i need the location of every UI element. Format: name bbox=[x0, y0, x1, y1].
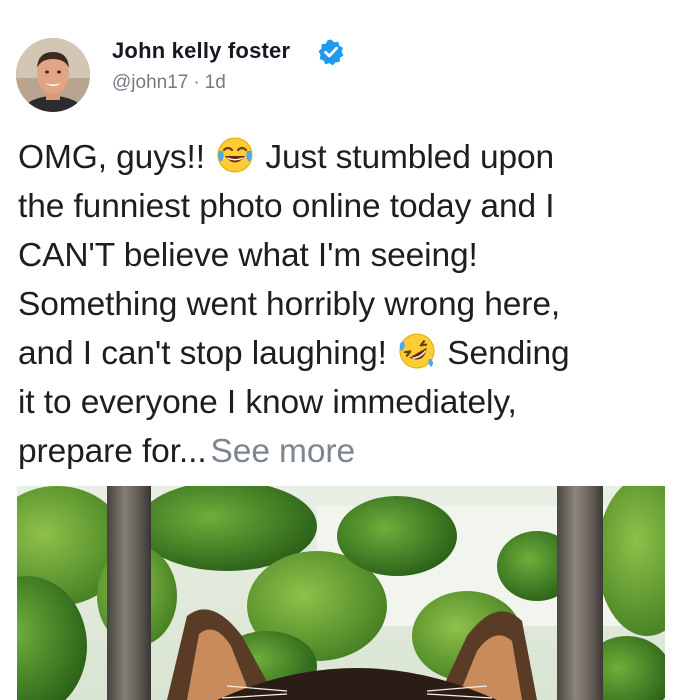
post-text-line: the funniest photo online today and I bbox=[18, 188, 555, 225]
rolling-laughing-emoji bbox=[398, 332, 436, 370]
post-text-line: and I can't stop laughing! Sending bbox=[18, 329, 688, 378]
cat-behind-bars-image bbox=[17, 486, 665, 700]
author-meta: @john17 · 1d bbox=[112, 72, 226, 94]
post-text-segment: OMG, guys!! bbox=[18, 139, 205, 176]
verified-badge-icon bbox=[317, 38, 345, 66]
laughing-tears-emoji bbox=[216, 136, 254, 174]
avatar-photo bbox=[16, 38, 90, 112]
post-text-line: Something went horribly wrong here, bbox=[18, 286, 561, 323]
see-more-link[interactable]: See more bbox=[211, 433, 356, 470]
author-handle[interactable]: @john17 bbox=[112, 72, 188, 93]
post-text-segment: Just stumbled upon bbox=[265, 139, 555, 176]
meta-separator: · bbox=[193, 72, 200, 93]
post-text-segment: Sending bbox=[447, 335, 570, 372]
author-name[interactable]: John kelly foster bbox=[112, 38, 290, 64]
post-photo[interactable] bbox=[17, 486, 665, 700]
post-text-line: CAN'T believe what I'm seeing! bbox=[18, 237, 478, 274]
post-text-line: OMG, guys!! Just stumbled upon bbox=[18, 133, 688, 182]
post-text: OMG, guys!! Just stumbled upon the funni… bbox=[18, 133, 688, 476]
post-text-segment: and I can't stop laughing! bbox=[18, 335, 387, 372]
post-timestamp[interactable]: 1d bbox=[205, 72, 226, 93]
author-avatar[interactable] bbox=[16, 38, 90, 112]
post-text-line: prepare for... See more bbox=[18, 427, 688, 476]
post-header: John kelly foster @john17 · 1d bbox=[0, 0, 700, 120]
post-text-segment: prepare for... bbox=[18, 433, 207, 470]
post-text-line: it to everyone I know immediately, bbox=[18, 384, 517, 421]
